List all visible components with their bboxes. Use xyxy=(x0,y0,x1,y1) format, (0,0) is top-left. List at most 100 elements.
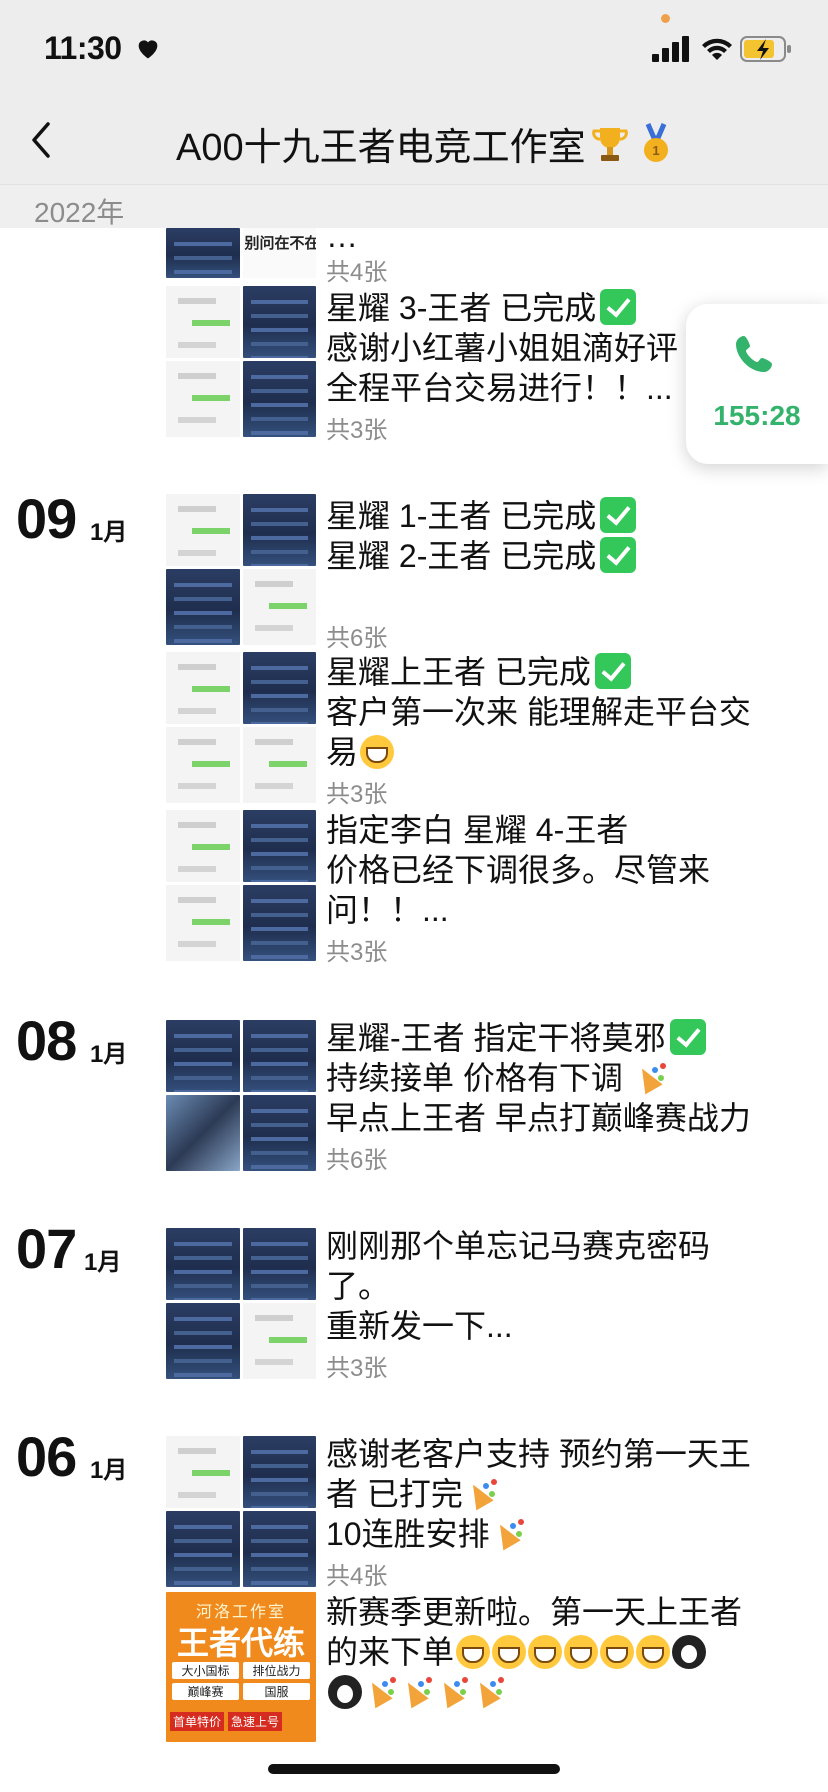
ongoing-call-widget[interactable]: 155:28 xyxy=(686,304,828,464)
thumbnail-image[interactable] xyxy=(242,1020,316,1092)
grinning-face-icon xyxy=(528,1635,563,1669)
month-label: 1月 xyxy=(90,519,128,546)
thumbnail-image[interactable] xyxy=(166,810,240,882)
month-label: 1月 xyxy=(84,1249,122,1276)
thumbnail-image[interactable] xyxy=(242,810,316,882)
thumbnail-image[interactable] xyxy=(242,1436,316,1508)
post-line: 重新发一下... xyxy=(326,1308,513,1344)
thumbnail-image[interactable] xyxy=(166,569,240,645)
post-line: 价格已经下调很多。尽管来 xyxy=(326,852,711,888)
post-thumbnails[interactable] xyxy=(166,810,316,961)
promo-tag: 排位战力 xyxy=(243,1662,310,1679)
post-line: 的来下单 xyxy=(326,1632,742,1672)
party-popper-icon xyxy=(364,1675,398,1709)
thumbnail-image[interactable] xyxy=(242,361,316,437)
image-count: 共6张 xyxy=(326,1147,388,1174)
promo-thumbnail[interactable]: 河洛工作室 王者代练 大小国标 排位战力 巅峰赛 国服 首单特价 急速上号 xyxy=(166,1592,316,1742)
post-line: 星耀 2-王者 已完成 xyxy=(326,536,637,576)
day-number: 09 xyxy=(16,487,77,550)
day-number: 07 xyxy=(16,1217,77,1280)
thumbnail-image[interactable] xyxy=(242,1511,316,1587)
post-text[interactable]: 星耀 3-王者 已完成 感谢小红薯小姐姐滴好评 全程平台交易进行！！... xyxy=(326,288,678,408)
thumbnail-image[interactable] xyxy=(242,286,316,358)
thumbnail-image[interactable]: 别问在不在 xyxy=(242,228,316,278)
check-mark-icon xyxy=(600,497,637,533)
promo-title: 王者代练 xyxy=(176,1625,305,1661)
thumbnail-image[interactable] xyxy=(166,652,240,724)
thumbnail-image[interactable] xyxy=(166,286,240,358)
call-duration: 155:28 xyxy=(713,400,801,431)
post-line: 客户第一次来 能理解走平台交 xyxy=(326,694,751,730)
thumbnail-image[interactable] xyxy=(166,1095,240,1171)
post-text[interactable]: 刚刚那个单忘记马赛克密码 了。 重新发一下... xyxy=(326,1226,710,1346)
thumbnail-image[interactable] xyxy=(166,885,240,961)
grinning-face-icon xyxy=(456,1635,491,1669)
thumbnail-image[interactable] xyxy=(166,1303,240,1379)
thumbnail-image[interactable] xyxy=(166,1020,240,1092)
cellular-signal-icon xyxy=(652,36,689,62)
post-thumbnails[interactable] xyxy=(166,1436,316,1587)
thumbnail-image[interactable] xyxy=(242,569,316,645)
phone-icon xyxy=(736,336,772,372)
post-thumbnails[interactable] xyxy=(166,1020,316,1171)
wifi-icon xyxy=(702,38,732,60)
post-text[interactable]: … xyxy=(326,216,358,256)
post-text[interactable]: 感谢老客户支持 预约第一天王 者 已打完 10连胜安排 xyxy=(326,1434,751,1554)
thumbnail-image[interactable] xyxy=(166,1228,240,1300)
post-line: 指定李白 星耀 4-王者 xyxy=(326,812,629,848)
post-text[interactable]: 星耀上王者 已完成 客户第一次来 能理解走平台交 易 xyxy=(326,652,751,772)
thumbnail-image[interactable] xyxy=(242,1095,316,1171)
post-line: 感谢小红薯小姐姐滴好评 xyxy=(326,330,679,366)
post-line: 10连胜安排 xyxy=(326,1514,751,1554)
image-count: 共4张 xyxy=(326,1563,388,1590)
post-thumbnails[interactable] xyxy=(166,652,316,803)
grinning-face-icon xyxy=(492,1635,527,1669)
post-line: 问！！... xyxy=(326,892,449,928)
thumbnail-image[interactable] xyxy=(166,228,240,278)
post-thumbnails[interactable] xyxy=(166,1228,316,1379)
post-text[interactable]: 新赛季更新啦。第一天上王者 的来下单 xyxy=(326,1592,742,1712)
post-text[interactable]: 星耀 1-王者 已完成 星耀 2-王者 已完成 xyxy=(326,496,637,576)
qq-penguin-icon xyxy=(672,1635,707,1669)
promo-tag: 大小国标 xyxy=(172,1662,239,1679)
post-line: 易 xyxy=(326,732,751,772)
post-line: 星耀上王者 已完成 xyxy=(326,652,751,692)
promo-tags: 大小国标 排位战力 巅峰赛 国服 xyxy=(172,1662,310,1700)
thumbnail-image[interactable] xyxy=(242,1303,316,1379)
post-thumbnails[interactable] xyxy=(166,494,316,645)
home-indicator[interactable] xyxy=(268,1764,560,1774)
day-number: 06 xyxy=(16,1425,77,1488)
post-text[interactable]: 指定李白 星耀 4-王者 价格已经下调很多。尽管来 问！！... xyxy=(326,810,710,930)
gold-medal-icon: 1 xyxy=(643,122,668,162)
page-title: A00十九王者电竞工作室 1 xyxy=(176,116,678,171)
thumbnail-image[interactable] xyxy=(166,494,240,566)
thumbnail-image[interactable] xyxy=(242,1228,316,1300)
thumbnail-image[interactable] xyxy=(166,1436,240,1508)
thumbnail-image[interactable] xyxy=(242,494,316,566)
check-mark-icon xyxy=(600,537,637,573)
thumbnail-image[interactable] xyxy=(166,1511,240,1587)
thumbnail-image[interactable] xyxy=(242,885,316,961)
image-count: 共6张 xyxy=(326,625,388,652)
grinning-face-icon xyxy=(360,735,395,769)
promo-tag: 国服 xyxy=(243,1683,310,1700)
thumbnail-image[interactable] xyxy=(242,652,316,724)
party-popper-icon xyxy=(400,1675,434,1709)
image-count: 共3张 xyxy=(326,417,388,444)
thumbnail-image[interactable] xyxy=(166,361,240,437)
post-thumbnails[interactable] xyxy=(166,286,316,437)
privacy-indicator-dot xyxy=(661,14,670,23)
thumbnail-image[interactable] xyxy=(242,727,316,803)
promo-badge: 急速上号 xyxy=(228,1712,283,1731)
grinning-face-icon xyxy=(600,1635,635,1669)
back-chevron-icon[interactable] xyxy=(26,118,56,162)
post-line: 全程平台交易进行！！... xyxy=(326,370,673,406)
party-popper-icon xyxy=(634,1061,668,1095)
post-thumbnails[interactable]: 别问在不在 xyxy=(166,228,316,278)
post-text[interactable]: 星耀-王者 指定干将莫邪 持续接单 价格有下调 早点上王者 早点打巅峰赛战力 xyxy=(326,1018,751,1138)
year-label: 2022年 xyxy=(34,197,125,228)
svg-text:1: 1 xyxy=(652,143,659,158)
post-line: 星耀 1-王者 已完成 xyxy=(326,496,637,536)
thumbnail-image[interactable] xyxy=(166,727,240,803)
party-popper-icon xyxy=(465,1477,499,1511)
